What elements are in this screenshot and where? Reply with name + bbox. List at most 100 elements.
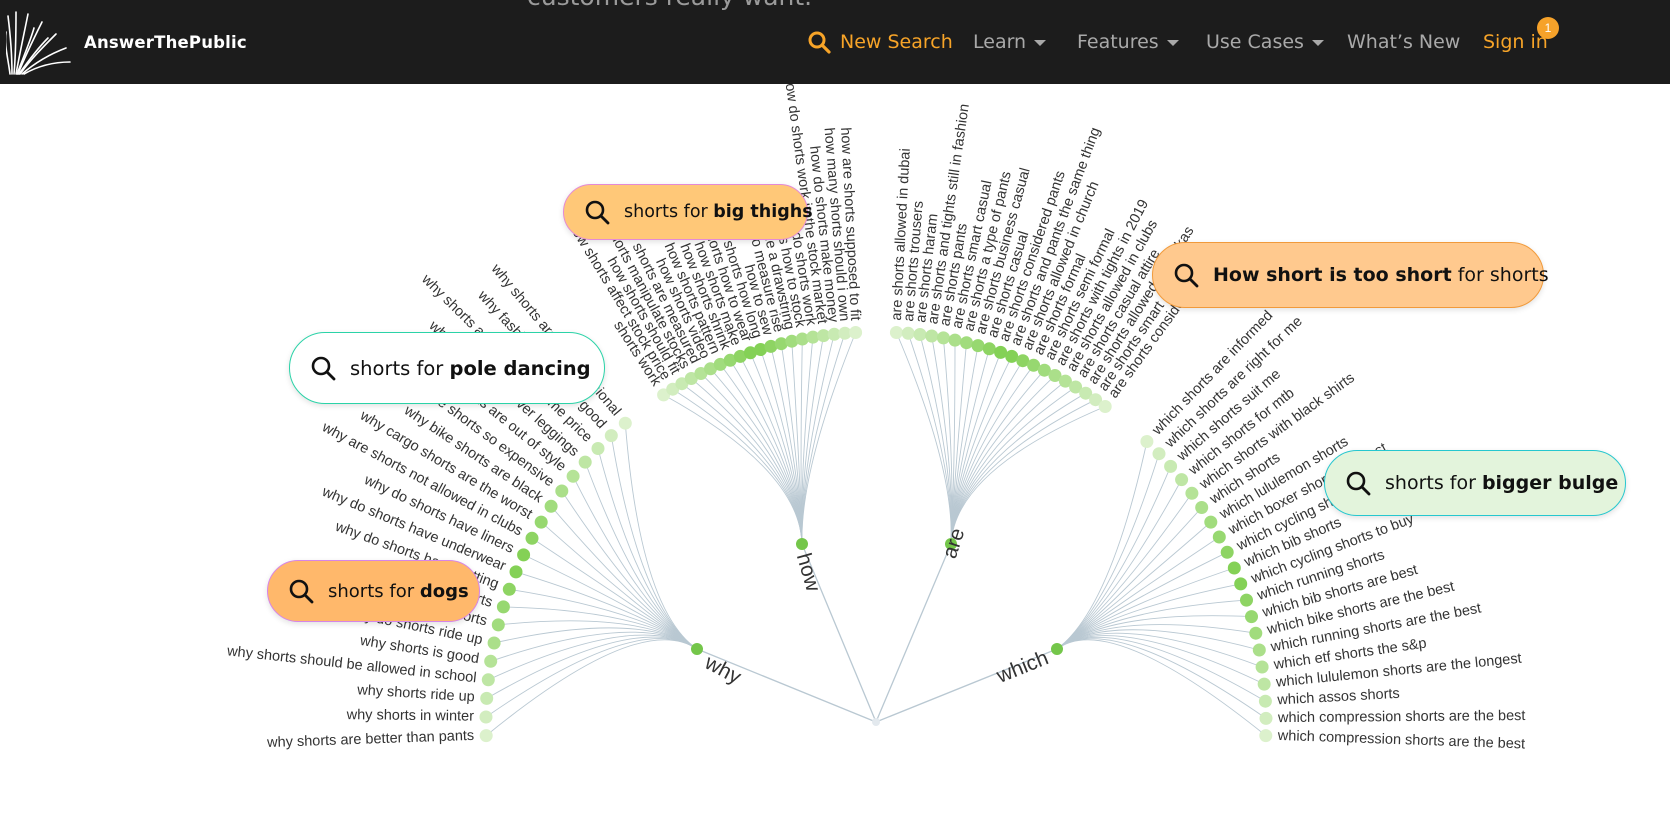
question-dot[interactable] [994,345,1008,359]
question-dot[interactable] [936,331,950,345]
branch-label-which: which [992,646,1051,688]
question-dot[interactable] [1212,530,1226,544]
branch-hub-dot [796,538,808,550]
suggestion-pill-dogs[interactable]: shorts for dogs [267,560,480,622]
question-dot[interactable] [948,333,962,347]
suggestion-pill-bigger-bulge[interactable]: shorts for bigger bulge [1324,450,1626,516]
learn-menu[interactable]: Learn [973,28,1047,56]
question-dot[interactable] [525,531,539,545]
question-dot[interactable] [479,710,493,724]
wheel-spoke [572,476,698,650]
question-dot[interactable] [901,326,915,340]
search-icon [289,579,314,604]
question-dot[interactable] [1234,577,1248,591]
question-dot[interactable] [1259,711,1273,725]
question-label[interactable]: why shorts are better than pants [266,728,475,751]
sign-in-label: Sign in [1483,31,1548,53]
branch-trunk [875,543,952,723]
branch-hub-dot [1051,643,1063,655]
sign-in-link[interactable]: Sign in [1483,28,1548,56]
wheel-spoke [700,373,803,545]
question-label[interactable]: why shorts ride up [356,682,475,705]
wheel-spoke [624,423,698,650]
question-dot[interactable] [591,442,605,455]
suggestion-pill-big-thighs[interactable]: shorts for big thighs [563,184,813,240]
question-dot[interactable] [1220,545,1234,559]
question-dot[interactable] [544,499,558,513]
question-dot[interactable] [1249,626,1263,640]
suggestion-pill-too-short[interactable]: How short is too short for shorts [1152,242,1549,308]
question-dot[interactable] [1152,447,1166,461]
question-dot[interactable] [1255,660,1269,674]
question-dot[interactable] [1258,694,1272,708]
question-label[interactable]: which compression shorts are the best [1277,708,1526,726]
wheel-spoke [485,638,698,718]
brand-home-link[interactable]: AnswerThePublic [6,8,247,76]
question-dot[interactable] [566,469,580,483]
question-dot[interactable] [496,600,510,614]
question-dot[interactable] [925,329,939,343]
wheel-spoke [931,335,953,545]
new-search-label: New Search [840,31,953,53]
question-dot[interactable] [502,582,516,596]
wheel-spoke [1056,636,1266,702]
question-dot[interactable] [484,654,498,668]
question-dot[interactable] [1164,459,1178,473]
question-dot[interactable] [555,484,569,498]
question-dot[interactable] [889,326,903,339]
wheel-spoke [950,369,1045,545]
question-dot[interactable] [1204,515,1218,529]
question-dot[interactable] [1195,501,1209,514]
question-label[interactable]: which assos shorts [1276,686,1400,709]
use-cases-label: Use Cases [1206,31,1304,53]
question-dot[interactable] [1259,729,1273,743]
question-dot[interactable] [578,455,592,469]
use-cases-menu[interactable]: Use Cases [1206,28,1324,56]
question-dot[interactable] [1005,349,1019,363]
suggestion-pill-pole-dancing[interactable]: shorts for pole dancing [289,332,605,404]
question-label[interactable]: which compression shorts are the best [1277,728,1526,753]
question-dot[interactable] [1240,593,1253,607]
brand-name: AnswerThePublic [84,32,247,52]
question-dot[interactable] [1245,610,1258,624]
question-dot[interactable] [479,729,493,743]
question-dot[interactable] [491,618,505,632]
question-dot[interactable] [1175,473,1189,487]
branch-hub-dot [691,643,703,655]
question-dot[interactable] [1140,435,1154,448]
features-menu[interactable]: Features [1077,28,1179,56]
question-dot[interactable] [604,429,618,443]
whats-new-link[interactable]: What’s New [1347,28,1460,56]
question-dot[interactable] [849,326,863,339]
pill-text: shorts for pole dancing [350,356,591,380]
new-search-link[interactable]: New Search [807,28,953,56]
question-dot[interactable] [534,515,548,529]
wheel-spoke [486,636,698,699]
pill-text: shorts for dogs [328,580,469,602]
search-icon [808,31,831,54]
question-dot[interactable] [982,342,996,356]
question-dot[interactable] [1185,486,1199,500]
wheel-spoke [950,375,1056,545]
wheel-spoke [488,634,698,681]
question-dot[interactable] [1098,400,1112,413]
pill-text: How short is too short for shorts [1213,264,1549,286]
wheel-branches: why shorts are better than pants why shor… [225,84,1525,752]
question-label[interactable]: why shorts in winter [346,707,475,725]
question-dot[interactable] [517,548,531,562]
question-dot[interactable] [1227,561,1241,575]
question-dot[interactable] [971,339,985,353]
wheel-spoke [801,335,824,545]
question-dot[interactable] [1252,643,1266,657]
pill-text: shorts for big thighs [624,202,813,222]
question-dot[interactable] [487,636,501,650]
question-dot[interactable] [481,673,495,687]
question-dot[interactable] [913,328,927,341]
question-dot[interactable] [480,691,494,705]
question-dot[interactable] [1257,677,1271,691]
question-dot[interactable] [960,336,973,350]
question-dot[interactable] [618,416,632,430]
branch-label-how: how [792,551,825,595]
question-dot[interactable] [509,565,523,579]
top-navbar: customers really want. AnswerThePublic N… [0,0,1670,84]
